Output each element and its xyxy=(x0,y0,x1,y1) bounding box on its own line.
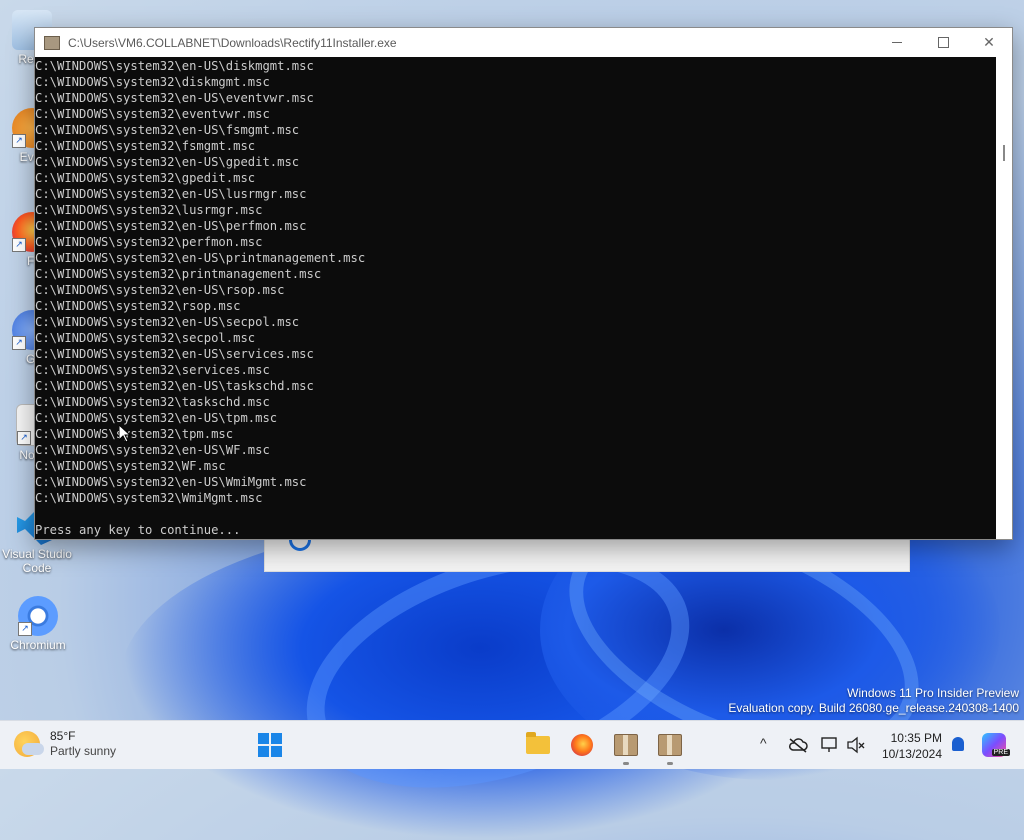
watermark-line1: Windows 11 Pro Insider Preview xyxy=(847,686,1019,700)
taskbar-firefox[interactable] xyxy=(566,729,598,761)
shortcut-arrow-icon: ↗ xyxy=(12,336,26,350)
partly-sunny-icon xyxy=(14,731,44,757)
clock-time: 10:35 PM xyxy=(890,731,942,745)
console-line: C:\WINDOWS\system32\en-US\eventvwr.msc xyxy=(35,91,314,105)
console-lines: C:\WINDOWS\system32\en-US\diskmgmt.msc C:… xyxy=(35,58,996,506)
console-line: C:\WINDOWS\system32\WF.msc xyxy=(35,459,226,473)
minimize-icon xyxy=(892,42,902,43)
mouse-cursor-icon xyxy=(119,425,131,443)
console-line: C:\WINDOWS\system32\en-US\taskschd.msc xyxy=(35,379,314,393)
console-line: C:\WINDOWS\system32\taskschd.msc xyxy=(35,395,270,409)
windows-logo-icon xyxy=(258,733,282,757)
close-button[interactable]: ✕ xyxy=(966,28,1012,57)
installer-package-icon xyxy=(658,734,682,756)
console-window[interactable]: C:\Users\VM6.COLLABNET\Downloads\Rectify… xyxy=(34,27,1013,540)
console-line: C:\WINDOWS\system32\diskmgmt.msc xyxy=(35,75,270,89)
console-line: C:\WINDOWS\system32\en-US\WF.msc xyxy=(35,443,270,457)
console-line: C:\WINDOWS\system32\en-US\perfmon.msc xyxy=(35,219,307,233)
weather-widget[interactable]: 85°F Partly sunny xyxy=(14,729,116,759)
notification-bell-icon[interactable] xyxy=(952,737,964,751)
firefox-icon xyxy=(571,734,593,756)
console-line: C:\WINDOWS\system32\WmiMgmt.msc xyxy=(35,491,263,505)
pre-badge: PRE xyxy=(991,749,1010,756)
taskbar-installer-2[interactable] xyxy=(654,729,686,765)
console-line: C:\WINDOWS\system32\perfmon.msc xyxy=(35,235,263,249)
desktop-icon-label: Chromium xyxy=(10,638,66,652)
installer-package-icon xyxy=(614,734,638,756)
console-line: C:\WINDOWS\system32\en-US\lusrmgr.msc xyxy=(35,187,307,201)
scroll-thumb[interactable] xyxy=(1003,145,1005,161)
console-line: C:\WINDOWS\system32\lusrmgr.msc xyxy=(35,203,263,217)
console-output[interactable]: C:\WINDOWS\system32\en-US\diskmgmt.msc C:… xyxy=(35,57,996,539)
shortcut-arrow-icon: ↗ xyxy=(17,431,31,445)
console-line: C:\WINDOWS\system32\rsop.msc xyxy=(35,299,241,313)
start-button[interactable] xyxy=(254,729,286,761)
installer-app-icon xyxy=(44,35,60,50)
tray-chevron[interactable]: ^ xyxy=(760,735,767,751)
weather-text: 85°F Partly sunny xyxy=(50,729,116,759)
console-line: C:\WINDOWS\system32\secpol.msc xyxy=(35,331,256,345)
console-line: C:\WINDOWS\system32\services.msc xyxy=(35,363,270,377)
console-line: C:\WINDOWS\system32\en-US\secpol.msc xyxy=(35,315,300,329)
cloud-off-icon[interactable] xyxy=(788,737,808,753)
evaluation-watermark: Windows 11 Pro Insider Preview Evaluatio… xyxy=(728,686,1019,716)
console-line: C:\WINDOWS\system32\gpedit.msc xyxy=(35,171,256,185)
taskbar: 85°F Partly sunny ^ 10:35 PM 10/13/2024 … xyxy=(0,720,1024,769)
title-bar[interactable]: C:\Users\VM6.COLLABNET\Downloads\Rectify… xyxy=(35,28,1012,57)
clock[interactable]: 10:35 PM 10/13/2024 xyxy=(882,730,942,762)
console-line: C:\WINDOWS\system32\en-US\services.msc xyxy=(35,347,314,361)
console-line: C:\WINDOWS\system32\en-US\diskmgmt.msc xyxy=(35,59,314,73)
continue-prompt: Press any key to continue... xyxy=(35,523,241,537)
taskbar-installer-1[interactable] xyxy=(610,729,642,765)
maximize-button[interactable] xyxy=(920,28,966,57)
running-indicator xyxy=(667,762,673,765)
console-line: C:\WINDOWS\system32\printmanagement.msc xyxy=(35,267,322,281)
desktop-icon-label: Visual Studio Code xyxy=(2,547,72,575)
minimize-button[interactable] xyxy=(874,28,920,57)
desktop-icon-chromium[interactable]: ↗ Chromium xyxy=(8,596,68,652)
weather-condition: Partly sunny xyxy=(50,744,117,758)
volume-muted-icon[interactable] xyxy=(846,736,866,754)
console-line: C:\WINDOWS\system32\en-US\tpm.msc xyxy=(35,411,278,425)
console-line: C:\WINDOWS\system32\en-US\fsmgmt.msc xyxy=(35,123,300,137)
chromium-icon: ↗ xyxy=(18,596,58,636)
network-icon[interactable] xyxy=(820,736,840,754)
console-scrollbar[interactable] xyxy=(996,57,1012,539)
watermark-line2: Evaluation copy. Build 26080.ge_release.… xyxy=(728,701,1019,715)
console-line: C:\WINDOWS\system32\fsmgmt.msc xyxy=(35,139,256,153)
folder-icon xyxy=(526,732,550,754)
shortcut-arrow-icon: ↗ xyxy=(12,134,26,148)
console-line: C:\WINDOWS\system32\en-US\rsop.msc xyxy=(35,283,285,297)
close-icon: ✕ xyxy=(983,34,995,50)
running-indicator xyxy=(623,762,629,765)
window-title: C:\Users\VM6.COLLABNET\Downloads\Rectify… xyxy=(68,35,397,50)
weather-temp: 85°F xyxy=(50,729,76,743)
clock-date: 10/13/2024 xyxy=(881,747,942,761)
console-line: C:\WINDOWS\system32\eventvwr.msc xyxy=(35,107,270,121)
maximize-icon xyxy=(937,37,949,48)
shortcut-arrow-icon: ↗ xyxy=(18,622,32,636)
console-line: C:\WINDOWS\system32\en-US\gpedit.msc xyxy=(35,155,300,169)
shortcut-arrow-icon: ↗ xyxy=(12,238,26,252)
console-line: C:\WINDOWS\system32\en-US\printmanagemen… xyxy=(35,251,366,265)
taskbar-file-explorer[interactable] xyxy=(522,729,554,761)
console-line: C:\WINDOWS\system32\en-US\WmiMgmt.msc xyxy=(35,475,307,489)
console-line: C:\WINDOWS\system32\tpm.msc xyxy=(35,427,234,441)
